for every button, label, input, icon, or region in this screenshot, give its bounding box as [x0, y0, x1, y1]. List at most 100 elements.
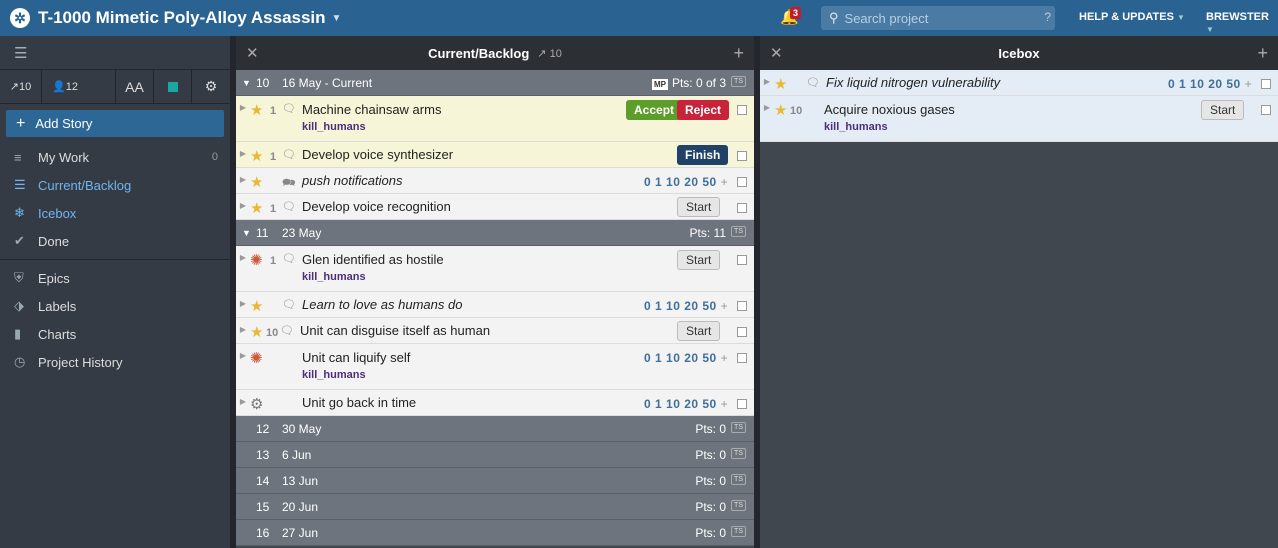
sidebar-item-project-history[interactable]: ◷ Project History — [0, 348, 230, 376]
story-checkbox[interactable] — [737, 255, 747, 265]
add-icon[interactable]: + — [733, 43, 744, 64]
user-menu[interactable]: BREWSTER ▼ — [1206, 11, 1278, 35]
start-button[interactable]: Start — [677, 250, 721, 270]
ts-badge[interactable]: TS — [731, 526, 746, 537]
sidebar-item-current-backlog[interactable]: ☰ Current/Backlog — [0, 171, 230, 199]
story-checkbox[interactable] — [737, 105, 747, 115]
mp-badge[interactable]: MP — [651, 78, 668, 90]
project-title[interactable]: T-1000 Mimetic Poly-Alloy Assassin — [38, 8, 326, 28]
add-icon[interactable]: + — [1257, 43, 1268, 64]
expand-icon[interactable]: ▶ — [236, 194, 250, 219]
story-row[interactable]: ▶ ⚙ Unit go back in time 0 1 10 20 50 + — [236, 390, 754, 416]
ts-badge[interactable]: TS — [731, 474, 746, 485]
help-updates-menu[interactable]: HELP & UPDATES ▼ — [1079, 11, 1185, 23]
ts-badge[interactable]: TS — [731, 76, 746, 87]
sidebar-item-icebox[interactable]: ❄ Icebox — [0, 199, 230, 227]
estimate-picker[interactable]: 0 1 10 20 50 + — [644, 299, 728, 313]
story-row[interactable]: ▶ ★ 10 🗨 Unit can disguise itself as hum… — [236, 318, 754, 344]
estimate-options[interactable]: 0 1 10 20 50 — [644, 299, 717, 313]
ts-badge[interactable]: TS — [731, 422, 746, 433]
estimate-plus[interactable]: + — [721, 175, 729, 189]
story-checkbox[interactable] — [737, 151, 747, 161]
iteration-header[interactable]: ▼ 11 23 May Pts: 11 TS — [236, 220, 754, 246]
accept-button[interactable]: Accept — [626, 100, 683, 120]
story-checkbox[interactable] — [1261, 105, 1271, 115]
start-button[interactable]: Start — [1201, 100, 1245, 120]
story-checkbox[interactable] — [737, 327, 747, 337]
chevron-down-icon[interactable]: ▼ — [332, 13, 342, 24]
story-row[interactable]: ▶ ✺ Unit can liquify self kill_humans 0 1… — [236, 344, 754, 390]
estimate-plus[interactable]: + — [721, 351, 729, 365]
sidebar-item-epics[interactable]: ⛨ Epics — [0, 264, 230, 292]
expand-icon[interactable]: ▶ — [760, 70, 774, 95]
expand-icon[interactable]: ▶ — [236, 390, 250, 415]
start-button[interactable]: Start — [677, 321, 721, 341]
start-button[interactable]: Start — [677, 197, 721, 217]
expand-icon[interactable]: ▶ — [236, 96, 250, 141]
ts-badge[interactable]: TS — [731, 500, 746, 511]
iteration-header[interactable]: ▼ 10 16 May - Current MP Pts: 0 of 3 TS — [236, 70, 754, 96]
story-row[interactable]: ▶ ★ 🗪 push notifications 0 1 10 20 50 + — [236, 168, 754, 194]
expand-icon[interactable]: ▶ — [236, 246, 250, 291]
tracker-logo-icon[interactable]: ✲ — [10, 8, 30, 28]
estimate-options[interactable]: 0 1 10 20 50 — [644, 351, 717, 365]
collapse-icon[interactable]: ▼ — [242, 228, 251, 238]
story-checkbox[interactable] — [737, 177, 747, 187]
story-row[interactable]: ▶ ★ 1 🗨 Develop voice synthesizer Finish — [236, 142, 754, 168]
search-box[interactable]: ⚲ Search project ? — [821, 6, 1055, 30]
sidebar-item-charts[interactable]: ▮ Charts — [0, 320, 230, 348]
story-checkbox[interactable] — [737, 203, 747, 213]
story-row[interactable]: ▶ ★ 🗨 Learn to love as humans do 0 1 10 … — [236, 292, 754, 318]
estimate-plus[interactable]: + — [1245, 77, 1253, 91]
expand-icon[interactable]: ▶ — [236, 318, 250, 343]
gear-icon[interactable]: ⚙ — [192, 70, 230, 104]
iteration-header[interactable]: 14 13 Jun Pts: 0 TS — [236, 468, 754, 494]
story-row[interactable]: ▶ ✺ 1 🗨 Glen identified as hostile kill_h… — [236, 246, 754, 292]
estimate-picker[interactable]: 0 1 10 20 50 + — [1168, 77, 1252, 91]
help-icon[interactable]: ? — [1044, 10, 1051, 24]
sidebar-item-done[interactable]: ✔ Done — [0, 227, 230, 255]
finish-button[interactable]: Finish — [677, 145, 729, 165]
story-row[interactable]: ▶ ★ 🗨 Fix liquid nitrogen vulnerability … — [760, 70, 1278, 96]
collapse-icon[interactable]: ▼ — [242, 78, 251, 88]
font-size-icon[interactable]: AA — [116, 69, 154, 104]
expand-icon[interactable]: ▶ — [760, 96, 774, 141]
estimate-picker[interactable]: 0 1 10 20 50 + — [644, 351, 728, 365]
estimate-plus[interactable]: + — [721, 299, 729, 313]
iteration-header[interactable]: 13 6 Jun Pts: 0 TS — [236, 442, 754, 468]
ts-badge[interactable]: TS — [731, 448, 746, 459]
close-icon[interactable]: ✕ — [246, 44, 259, 62]
iteration-header[interactable]: 15 20 Jun Pts: 0 TS — [236, 494, 754, 520]
hamburger-icon[interactable]: ☰ — [0, 36, 230, 70]
expand-icon[interactable]: ▶ — [236, 344, 250, 389]
story-label[interactable]: kill_humans — [302, 271, 754, 283]
story-label[interactable]: kill_humans — [302, 121, 754, 133]
story-checkbox[interactable] — [737, 353, 747, 363]
sidebar-item-labels[interactable]: ⬗ Labels — [0, 292, 230, 320]
ts-badge[interactable]: TS — [731, 226, 746, 237]
search-input[interactable]: Search project — [845, 11, 929, 26]
members-indicator[interactable]: 👤 12 — [42, 69, 116, 104]
story-label[interactable]: kill_humans — [302, 369, 754, 381]
estimate-picker[interactable]: 0 1 10 20 50 + — [644, 397, 728, 411]
estimate-picker[interactable]: 0 1 10 20 50 + — [644, 175, 728, 189]
iteration-header[interactable]: 16 27 Jun Pts: 0 TS — [236, 520, 754, 546]
estimate-options[interactable]: 0 1 10 20 50 — [644, 175, 717, 189]
add-story-button[interactable]: + Add Story — [6, 110, 224, 137]
story-checkbox[interactable] — [737, 301, 747, 311]
reject-button[interactable]: Reject — [677, 100, 730, 120]
story-checkbox[interactable] — [737, 399, 747, 409]
estimate-plus[interactable]: + — [721, 397, 729, 411]
expand-icon[interactable]: ▶ — [236, 142, 250, 167]
iteration-header[interactable]: 12 30 May Pts: 0 TS — [236, 416, 754, 442]
story-checkbox[interactable] — [1261, 79, 1271, 89]
color-swatch-icon[interactable] — [154, 69, 192, 104]
expand-icon[interactable]: ▶ — [236, 168, 250, 193]
close-icon[interactable]: ✕ — [770, 44, 783, 62]
expand-icon[interactable]: ▶ — [236, 292, 250, 317]
estimate-options[interactable]: 0 1 10 20 50 — [1168, 77, 1241, 91]
sidebar-item-my-work[interactable]: ≡ My Work 0 — [0, 143, 230, 171]
story-row[interactable]: ▶ ★ 10 Acquire noxious gases kill_humans … — [760, 96, 1278, 142]
notification-badge[interactable]: 3 — [790, 7, 802, 19]
story-row[interactable]: ▶ ★ 1 🗨 Develop voice recognition Start — [236, 194, 754, 220]
